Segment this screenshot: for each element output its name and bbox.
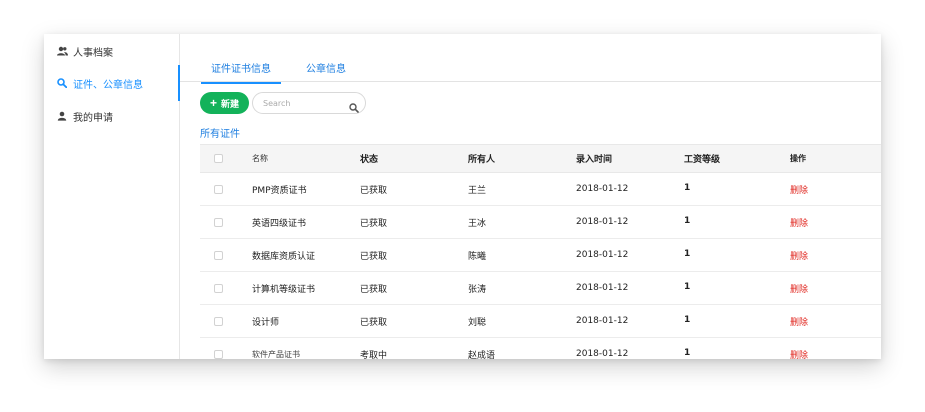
cell-status: 已获取	[360, 317, 388, 328]
header-name: 名称	[252, 154, 268, 163]
row-checkbox[interactable]	[214, 283, 223, 293]
cell-date: 2018-01-12	[576, 283, 629, 293]
header-salary-level: 工资等级	[684, 155, 721, 165]
users-icon	[56, 45, 68, 57]
row-checkbox-cell	[214, 272, 223, 304]
cell-date: 2018-01-12	[576, 250, 629, 260]
delete-link-cell: 删除	[790, 239, 808, 271]
delete-link-cell: 删除	[790, 272, 808, 304]
cell-owner: 张涛	[468, 284, 487, 295]
certificates-table: 名称 状态 所有人 录入时间 工资等级 操作 PMP资质证书 已获取 王兰 20…	[200, 144, 881, 359]
cell-level: 1	[684, 315, 691, 325]
row-checkbox-cell	[214, 239, 223, 271]
delete-link-cell: 删除	[790, 305, 808, 337]
delete-link-cell: 删除	[790, 338, 808, 359]
cell-owner: 王兰	[468, 185, 487, 196]
search-input[interactable]	[261, 97, 345, 109]
cell-status: 已获取	[360, 284, 388, 295]
table-row: PMP资质证书 已获取 王兰 2018-01-12 1 删除	[200, 173, 881, 206]
select-all-checkbox[interactable]	[214, 154, 223, 163]
new-button[interactable]: + 新建	[200, 92, 249, 114]
sidebar-item-label: 我的申请	[73, 112, 113, 124]
toolbar: + 新建	[200, 92, 366, 114]
cell-name: 英语四级证书	[252, 218, 307, 229]
row-checkbox[interactable]	[214, 217, 223, 227]
row-checkbox[interactable]	[214, 250, 223, 260]
cell-name: 数据库资质认证	[252, 251, 316, 262]
new-button-label: 新建	[221, 98, 240, 109]
cell-owner: 刘聪	[468, 317, 487, 328]
row-checkbox-cell	[214, 338, 223, 359]
sidebar-item-label: 证件、公章信息	[73, 79, 143, 91]
cell-date: 2018-01-12	[576, 184, 629, 194]
sidebar-item-certificates-seals[interactable]: 证件、公章信息	[44, 65, 180, 101]
cell-status: 已获取	[360, 251, 388, 262]
header-status: 状态	[360, 155, 379, 165]
row-checkbox[interactable]	[214, 184, 223, 194]
cell-owner: 王冰	[468, 218, 487, 229]
cell-level: 1	[684, 249, 691, 259]
search-icon	[56, 77, 68, 89]
row-checkbox[interactable]	[214, 316, 223, 326]
cell-level: 1	[684, 282, 691, 292]
row-checkbox-cell	[214, 173, 223, 205]
cell-level: 1	[684, 216, 691, 226]
row-checkbox[interactable]	[214, 349, 223, 359]
header-actions: 操作	[790, 154, 806, 163]
table-row: 数据库资质认证 已获取 陈曦 2018-01-12 1 删除	[200, 239, 881, 272]
sidebar-item-personnel-files[interactable]: 人事档案	[44, 35, 179, 67]
cell-date: 2018-01-12	[576, 316, 629, 326]
tab-certificates[interactable]: 证件证书信息	[201, 60, 281, 84]
plus-icon: +	[209, 96, 217, 110]
cell-level: 1	[684, 183, 691, 193]
header-checkbox-cell	[214, 145, 223, 172]
table-row: 软件产品证书 考取中 赵成语 2018-01-12 1 删除	[200, 338, 881, 359]
delete-link[interactable]: 删除	[790, 249, 808, 262]
sidebar: 人事档案 证件、公章信息 我的申请	[44, 34, 180, 359]
tab-bar: 证件证书信息 公章信息	[180, 34, 881, 84]
header-owner: 所有人	[468, 155, 496, 165]
delete-link[interactable]: 删除	[790, 348, 808, 359]
delete-link[interactable]: 删除	[790, 216, 808, 229]
table-row: 设计师 已获取 刘聪 2018-01-12 1 删除	[200, 305, 881, 338]
cell-status: 已获取	[360, 185, 388, 196]
cell-name: 设计师	[252, 317, 280, 328]
cell-name: 计算机等级证书	[252, 284, 316, 295]
table-header: 名称 状态 所有人 录入时间 工资等级 操作	[200, 144, 881, 173]
cell-level: 1	[684, 348, 691, 358]
screen: 人事档案 证件、公章信息 我的申请 证件证书信息 公章信息 + 新建 Searc…	[0, 0, 925, 412]
row-checkbox-cell	[214, 206, 223, 238]
app-window: 人事档案 证件、公章信息 我的申请 证件证书信息 公章信息 + 新建 Searc…	[44, 34, 881, 359]
table-row: 英语四级证书 已获取 王冰 2018-01-12 1 删除	[200, 206, 881, 239]
search-box	[252, 92, 366, 114]
cell-name: PMP资质证书	[252, 185, 307, 196]
table-row: 计算机等级证书 已获取 张涛 2018-01-12 1 删除	[200, 272, 881, 305]
cell-date: 2018-01-12	[576, 217, 629, 227]
delete-link[interactable]: 删除	[790, 183, 808, 196]
cell-owner: 赵成语	[468, 350, 496, 360]
delete-link[interactable]: 删除	[790, 315, 808, 328]
sidebar-item-my-applications[interactable]: 我的申请	[44, 100, 179, 132]
cell-date: 2018-01-12	[576, 349, 629, 359]
cell-owner: 陈曦	[468, 251, 487, 262]
main-content: 证件证书信息 公章信息 + 新建 所	[180, 34, 881, 359]
cell-status: 考取中	[360, 350, 388, 360]
search-icon[interactable]	[349, 98, 359, 113]
delete-link[interactable]: 删除	[790, 282, 808, 295]
delete-link-cell: 删除	[790, 206, 808, 238]
cell-name: 软件产品证书	[252, 349, 300, 359]
cell-status: 已获取	[360, 218, 388, 229]
all-certificates-link[interactable]: 所有证件	[200, 125, 240, 140]
delete-link-cell: 删除	[790, 173, 808, 205]
sidebar-item-label: 人事档案	[73, 47, 113, 59]
row-checkbox-cell	[214, 305, 223, 337]
tab-seals[interactable]: 公章信息	[306, 60, 346, 75]
user-icon	[56, 110, 68, 122]
header-entry-time: 录入时间	[576, 155, 613, 165]
